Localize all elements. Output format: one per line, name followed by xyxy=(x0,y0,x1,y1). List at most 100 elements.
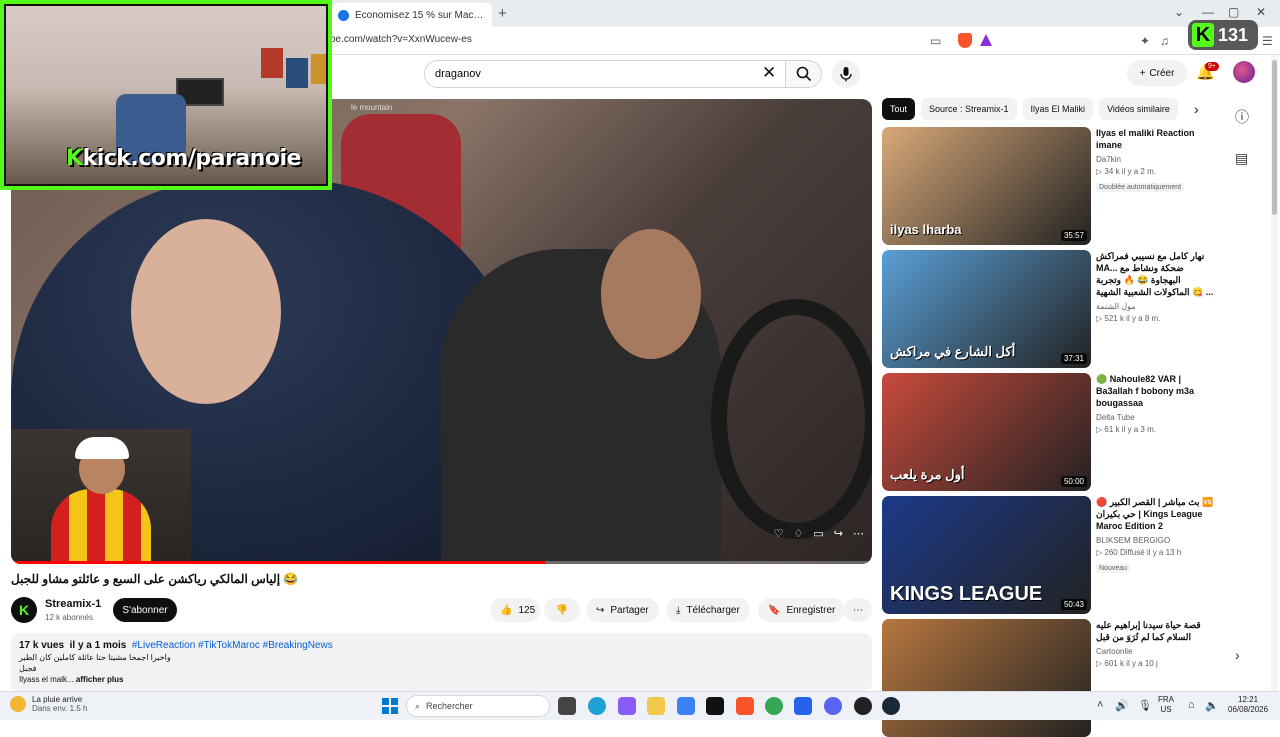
more-overlay-icon[interactable]: ⋯ xyxy=(853,527,864,540)
app-icon[interactable] xyxy=(794,697,812,715)
progress-bar[interactable] xyxy=(11,561,872,564)
tab-title: Économisez 15 % sur Machine Party xyxy=(355,9,486,21)
video-info: Ilyas el maliki Reaction imane Da7kin ▷ 34… xyxy=(1096,127,1216,194)
channel-name[interactable]: Da7kin xyxy=(1096,155,1216,164)
comment-overlay-icon[interactable]: ▭ xyxy=(813,527,823,540)
like-button[interactable]: 👍 125 xyxy=(490,598,540,622)
video-title[interactable]: قصة حياة سيدنا إبراهيم عليه السلام كما ل… xyxy=(1096,619,1216,643)
app-icon[interactable] xyxy=(854,697,872,715)
language-indicator[interactable]: FRA US xyxy=(1158,695,1174,715)
url-field[interactable]: be.com/watch?v=XxnWucew-es xyxy=(330,34,472,45)
kick-url-text: Kkick.com/paranoie xyxy=(66,146,301,171)
account-avatar[interactable] xyxy=(1233,61,1255,83)
volume-icon[interactable]: 🔈 xyxy=(1205,699,1219,712)
download-button[interactable]: ⤓ Télécharger xyxy=(666,598,750,622)
channel-name[interactable]: BLIKSEM BERGIGO xyxy=(1096,536,1216,545)
extensions-icon[interactable]: ✦ xyxy=(1140,34,1150,48)
video-thumbnail[interactable]: أول مرة يلعب 50:00 xyxy=(882,373,1091,491)
description-line: فجبل xyxy=(19,664,37,673)
subscribe-button[interactable]: S'abonner xyxy=(113,598,177,622)
search-input[interactable] xyxy=(435,68,755,80)
weather-widget[interactable]: La pluie arrive Dans env. 1.5 h xyxy=(10,695,87,713)
video-thumbnail[interactable]: KINGS LEAGUE 50:43 xyxy=(882,496,1091,614)
channel-name[interactable]: مول الشنمة xyxy=(1096,302,1216,311)
terminal-icon[interactable] xyxy=(706,697,724,715)
chevron-up-icon[interactable]: ˄ xyxy=(1097,699,1103,711)
clock[interactable]: 12:21 06/08/2026 xyxy=(1228,695,1268,715)
recommended-video[interactable]: أول مرة يلعب 50:00 🟢 Nahoule82 VAR | Ba3al… xyxy=(882,373,1212,491)
video-thumbnail[interactable]: ilyas lharba 35:57 xyxy=(882,127,1091,245)
windows-start-icon[interactable] xyxy=(382,698,398,714)
info-icon[interactable]: ⓘ xyxy=(1235,107,1249,127)
video-title[interactable]: نهار كامل مع نسيبي فمراكش MA... ضحكة ونش… xyxy=(1096,250,1216,298)
video-title[interactable]: 🟢 Nahoule82 VAR | Ba3allah f bobony m3a … xyxy=(1096,373,1216,409)
chat-icon[interactable]: ▤ xyxy=(1235,150,1248,167)
kick-logo-icon: K xyxy=(66,146,83,171)
description-box[interactable]: 17 k vues il y a 1 mois #LiveReaction #T… xyxy=(11,633,872,691)
description-prefix: Ilyass el malk... xyxy=(19,675,74,684)
time: 12:21 xyxy=(1238,695,1259,704)
brave-shield-icon[interactable] xyxy=(958,33,972,48)
video-meta: ▷ 521 k il y a 8 m. xyxy=(1096,314,1161,323)
chevron-right-icon[interactable]: › xyxy=(1235,647,1240,663)
microphone-icon[interactable]: 🎙 xyxy=(1138,699,1152,712)
filter-chip[interactable]: Ilyas El Maliki xyxy=(1022,98,1094,120)
more-actions-button[interactable]: ⋯ xyxy=(844,598,872,622)
recommended-video[interactable]: ilyas lharba 35:57 Ilyas el maliki Reactio… xyxy=(882,127,1212,245)
video-thumbnail[interactable]: أكل الشارع في مراكش 37:31 xyxy=(882,250,1091,368)
video-title[interactable]: 🔴 بث مباشر | القصر الكبير 🆚 حي بكيران | … xyxy=(1096,496,1216,532)
share-overlay-icon[interactable]: ↪ xyxy=(834,527,843,540)
weather-line2: Dans env. 1.5 h xyxy=(32,704,88,713)
scrollbar-thumb[interactable] xyxy=(1272,60,1277,215)
edge-icon[interactable] xyxy=(588,697,606,715)
recommended-video[interactable]: أكل الشارع في مراكش 37:31 نهار كامل مع نسي… xyxy=(882,250,1213,368)
dislike-button[interactable]: 👎 xyxy=(544,598,580,622)
browser-tab[interactable]: Économisez 15 % sur Machine Party xyxy=(332,3,492,27)
network-icon[interactable]: ⌂ xyxy=(1188,699,1195,711)
create-button[interactable]: + Créer xyxy=(1127,60,1187,86)
steam-icon[interactable] xyxy=(882,697,900,715)
facecam-cap xyxy=(75,437,129,459)
file-explorer-icon[interactable] xyxy=(647,697,665,715)
channel-avatar[interactable]: K xyxy=(11,597,37,623)
thumbnail-caption: أول مرة يلعب xyxy=(890,467,965,482)
copilot-icon[interactable] xyxy=(618,697,636,715)
close-window-icon[interactable]: ✕ xyxy=(1256,5,1266,19)
store-icon[interactable] xyxy=(677,697,695,715)
cast-icon[interactable]: ▭ xyxy=(930,34,941,48)
show-more-link[interactable]: afficher plus xyxy=(76,675,124,684)
rewards-icon[interactable] xyxy=(980,34,992,46)
media-icon[interactable]: ♫ xyxy=(1160,34,1169,48)
channel-name[interactable]: Cartoonlie xyxy=(1096,647,1216,656)
save-button[interactable]: 🔖 Enregistrer xyxy=(758,598,846,622)
video-title[interactable]: Ilyas el maliki Reaction imane xyxy=(1096,127,1216,151)
filter-chip[interactable]: Source : Streamix-1 xyxy=(921,98,1017,120)
discord-icon[interactable] xyxy=(824,697,842,715)
filter-chip[interactable]: Vidéos similaire xyxy=(1099,98,1178,120)
chrome-icon[interactable] xyxy=(765,697,783,715)
voice-search-button[interactable] xyxy=(832,60,860,88)
chevron-right-icon[interactable]: › xyxy=(1194,101,1199,117)
dislike-overlay-icon[interactable]: ♢ xyxy=(794,527,804,540)
menu-icon[interactable]: ☰ xyxy=(1262,34,1273,48)
share-button[interactable]: ↪ Partager xyxy=(586,598,659,622)
clear-search-icon[interactable]: ✕ xyxy=(762,63,776,83)
new-tab-icon[interactable]: + xyxy=(498,5,507,22)
description-meta: 17 k vues il y a 1 mois #LiveReaction #T… xyxy=(19,640,864,651)
brave-icon[interactable] xyxy=(736,697,754,715)
hashtags[interactable]: #LiveReaction #TikTokMaroc #BreakingNews xyxy=(132,640,333,651)
maximize-icon[interactable]: ▢ xyxy=(1228,5,1239,19)
filter-chip[interactable]: Tout xyxy=(882,98,916,120)
minimize-icon[interactable]: — xyxy=(1202,5,1214,19)
channel-name[interactable]: Delta Tube xyxy=(1096,413,1216,422)
search-box xyxy=(424,60,786,88)
chevron-down-icon[interactable]: ⌄ xyxy=(1174,5,1184,19)
like-count: 125 xyxy=(518,604,536,616)
task-view-icon[interactable] xyxy=(558,697,576,715)
recommended-video[interactable]: KINGS LEAGUE 50:43 🔴 بث مباشر | القصر الكب… xyxy=(882,496,1213,614)
taskbar-search[interactable]: ⌕ Rechercher xyxy=(406,695,550,717)
search-button[interactable] xyxy=(786,60,822,88)
like-overlay-icon[interactable]: ♡ xyxy=(774,527,784,540)
channel-name[interactable]: Streamix-1 xyxy=(45,598,101,610)
speaker-icon[interactable]: 🔊 xyxy=(1115,699,1129,712)
